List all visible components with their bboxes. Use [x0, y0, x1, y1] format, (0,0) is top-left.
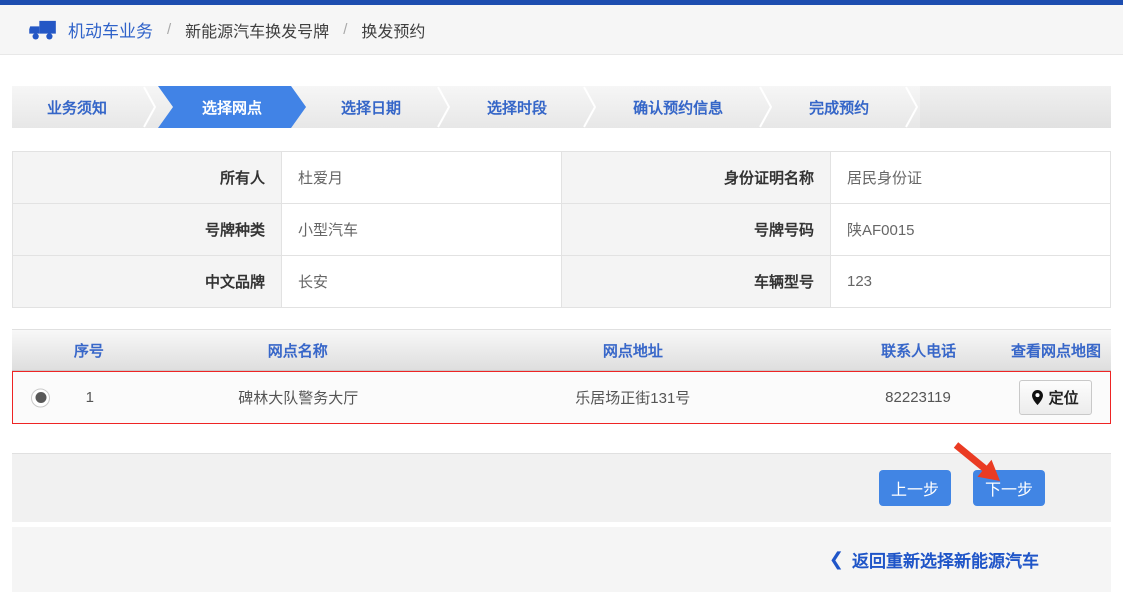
model-label: 车辆型号	[561, 256, 830, 308]
step-confirm-info[interactable]: 确认预约信息	[598, 86, 758, 128]
plate-type-value: 小型汽车	[282, 204, 562, 256]
breadcrumb-item-vehicle-services[interactable]: 机动车业务	[68, 17, 153, 42]
header-site-address: 网点地址	[430, 340, 837, 361]
header-contact-phone: 联系人电话	[836, 340, 1001, 361]
step-bar-filler	[920, 86, 1111, 128]
site-map-cell: 定位	[1000, 380, 1110, 415]
step-progress-bar: 业务须知 选择网点 选择日期 选择时段 确认预约信息 完成预约	[12, 86, 1111, 128]
plate-type-label: 号牌种类	[13, 204, 282, 256]
back-link-label: 返回重新选择新能源汽车	[852, 547, 1039, 572]
step-business-notice[interactable]: 业务须知	[12, 86, 142, 128]
site-row-selected[interactable]: 1 碑林大队警务大厅 乐居场正街131号 82223119 定位	[12, 371, 1111, 424]
chevron-separator-icon	[436, 86, 452, 128]
brand-value: 长安	[282, 256, 562, 308]
actions-bar: 上一步 下一步	[12, 453, 1111, 522]
id-type-value: 居民身份证	[830, 152, 1110, 204]
site-name: 碑林大队警务大厅	[167, 387, 430, 408]
breadcrumb: 机动车业务 / 新能源汽车换发号牌 / 换发预约	[0, 5, 1123, 55]
plate-number-value: 陕AF0015	[830, 204, 1110, 256]
step-complete[interactable]: 完成预约	[774, 86, 904, 128]
table-row: 号牌种类 小型汽车 号牌号码 陕AF0015	[13, 204, 1111, 256]
site-address: 乐居场正街131号	[430, 387, 836, 408]
model-value: 123	[830, 256, 1110, 308]
sites-table-header: 序号 网点名称 网点地址 联系人电话 查看网点地图	[12, 329, 1111, 371]
next-step-button[interactable]: 下一步	[973, 470, 1045, 506]
chevron-separator-icon	[904, 86, 920, 128]
owner-value: 杜爱月	[282, 152, 562, 204]
header-site-name: 网点名称	[166, 340, 430, 361]
locate-button-label: 定位	[1049, 387, 1079, 408]
step-select-site[interactable]: 选择网点	[158, 86, 306, 128]
breadcrumb-item-renewal-reservation: 换发预约	[361, 18, 425, 42]
locate-button[interactable]: 定位	[1019, 380, 1092, 415]
back-to-vehicle-select-link[interactable]: ❮ 返回重新选择新能源汽车	[829, 547, 1039, 572]
vehicle-info-table: 所有人 杜爱月 身份证明名称 居民身份证 号牌种类 小型汽车 号牌号码 陕AF0…	[12, 151, 1111, 308]
header-view-map: 查看网点地图	[1001, 340, 1111, 361]
site-index: 1	[86, 389, 94, 406]
site-phone: 82223119	[836, 389, 1001, 406]
table-row: 中文品牌 长安 车辆型号 123	[13, 256, 1111, 308]
header-index: 序号	[12, 340, 166, 361]
table-row: 所有人 杜爱月 身份证明名称 居民身份证	[13, 152, 1111, 204]
location-pin-icon	[1032, 390, 1043, 405]
prev-step-button[interactable]: 上一步	[879, 470, 951, 506]
plate-number-label: 号牌号码	[561, 204, 830, 256]
owner-label: 所有人	[13, 152, 282, 204]
site-index-cell: 1	[13, 389, 167, 406]
breadcrumb-separator: /	[343, 21, 347, 38]
step-select-date[interactable]: 选择日期	[306, 86, 436, 128]
truck-icon	[28, 19, 58, 41]
chevron-separator-icon	[582, 86, 598, 128]
step-select-time[interactable]: 选择时段	[452, 86, 582, 128]
brand-label: 中文品牌	[13, 256, 282, 308]
breadcrumb-separator: /	[167, 21, 171, 38]
chevron-separator-icon	[758, 86, 774, 128]
back-chevron-icon: ❮	[829, 549, 844, 570]
id-type-label: 身份证明名称	[561, 152, 830, 204]
sites-table: 序号 网点名称 网点地址 联系人电话 查看网点地图 1 碑林大队警务大厅 乐居场…	[12, 329, 1111, 424]
radio-dot	[35, 392, 46, 403]
breadcrumb-item-plate-renewal[interactable]: 新能源汽车换发号牌	[185, 18, 329, 42]
back-link-bar: ❮ 返回重新选择新能源汽车	[12, 527, 1111, 592]
chevron-separator-icon	[142, 86, 158, 128]
site-radio[interactable]	[31, 388, 50, 407]
